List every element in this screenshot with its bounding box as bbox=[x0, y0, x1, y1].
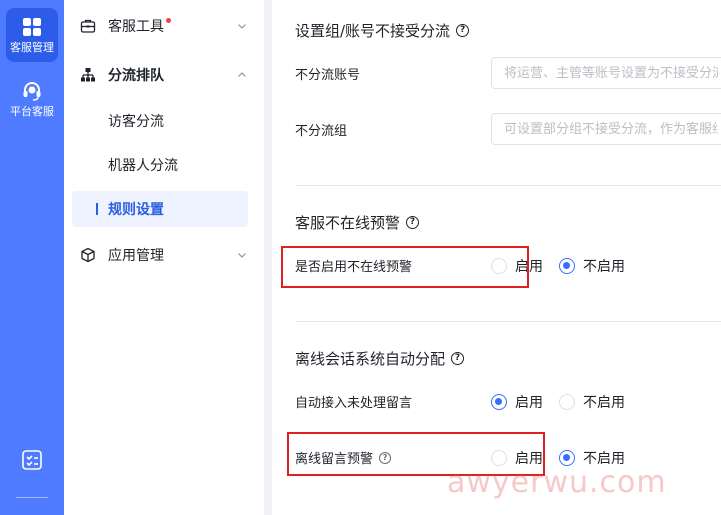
rule-settings-panel: 设置组/账号不接受分流 ? 不分流账号 不分流组 客服不在线预警 ? 是否启用不… bbox=[272, 0, 721, 515]
nav-item-label: 访客分流 bbox=[108, 114, 164, 130]
nav-item-label: 机器人分流 bbox=[108, 158, 178, 174]
section-title-text: 设置组/账号不接受分流 bbox=[295, 22, 451, 40]
nav-item-bot-routing[interactable]: 机器人分流 bbox=[72, 147, 248, 183]
annotation-highlight-box bbox=[281, 246, 529, 288]
rail-item-label: 客服管理 bbox=[10, 41, 54, 54]
chevron-down-icon bbox=[238, 253, 246, 258]
panel-gap bbox=[264, 0, 272, 515]
apps-grid-icon bbox=[23, 18, 41, 36]
radio-circle bbox=[559, 450, 575, 466]
chevron-up-icon bbox=[238, 72, 246, 77]
nav-group-app-management[interactable]: 应用管理 bbox=[80, 237, 248, 273]
section-title-text: 离线会话系统自动分配 bbox=[295, 350, 446, 368]
auto-accept-disable-radio[interactable]: 不启用 bbox=[559, 392, 625, 412]
briefcase-icon bbox=[80, 19, 96, 33]
chevron-down-icon bbox=[238, 24, 246, 29]
nav-group-queue-routing[interactable]: 分流排队 bbox=[80, 57, 248, 93]
rail-item-service-management[interactable]: 客服管理 bbox=[6, 8, 58, 62]
nav-group-label: 分流排队 bbox=[108, 68, 164, 84]
radio-label: 启用 bbox=[515, 395, 543, 411]
app-rail: 客服管理 平台客服 bbox=[0, 0, 64, 515]
section-title-text: 客服不在线预警 bbox=[295, 214, 401, 232]
nav-group-label: 客服工具 bbox=[108, 19, 164, 35]
sub-navigation: 客服工具 分流排队 访客分流 机器人分流 规则设置 应用管理 bbox=[64, 0, 264, 515]
radio-label: 不启用 bbox=[583, 395, 625, 411]
nav-group-label: 应用管理 bbox=[108, 248, 164, 264]
offline-alert-disable-radio[interactable]: 不启用 bbox=[559, 256, 625, 276]
radio-label: 不启用 bbox=[583, 259, 625, 275]
radio-circle bbox=[491, 394, 507, 410]
nav-group-service-tools[interactable]: 客服工具 bbox=[80, 8, 248, 44]
hierarchy-icon bbox=[81, 68, 95, 82]
radio-circle bbox=[559, 394, 575, 410]
help-icon[interactable]: ? bbox=[456, 24, 470, 37]
help-icon[interactable]: ? bbox=[406, 216, 420, 229]
section-title-offline-auto-assign: 离线会话系统自动分配 ? bbox=[295, 348, 465, 369]
section-title-no-routing: 设置组/账号不接受分流 ? bbox=[295, 20, 470, 41]
checklist-icon[interactable] bbox=[20, 448, 44, 472]
rail-item-platform-service[interactable]: 平台客服 bbox=[6, 72, 58, 126]
help-icon[interactable]: ? bbox=[451, 352, 465, 365]
cube-icon bbox=[81, 247, 95, 263]
section-divider bbox=[295, 185, 721, 186]
nav-item-rule-settings[interactable]: 规则设置 bbox=[72, 191, 248, 227]
notification-dot bbox=[166, 17, 171, 23]
nav-item-visitor-routing[interactable]: 访客分流 bbox=[72, 103, 248, 139]
no-routing-account-input[interactable] bbox=[491, 57, 721, 89]
radio-circle bbox=[559, 258, 575, 274]
auto-accept-enable-radio[interactable]: 启用 bbox=[491, 392, 543, 412]
section-title-offline-alert: 客服不在线预警 ? bbox=[295, 212, 420, 233]
headset-icon bbox=[23, 82, 41, 101]
no-routing-group-input[interactable] bbox=[491, 113, 721, 145]
no-routing-account-label: 不分流账号 bbox=[295, 68, 361, 83]
active-indicator bbox=[96, 203, 98, 215]
watermark-text: awyerwu.com bbox=[447, 465, 667, 500]
rail-divider bbox=[16, 497, 48, 498]
section-divider bbox=[295, 321, 721, 322]
nav-item-label: 规则设置 bbox=[108, 202, 164, 218]
rail-item-label: 平台客服 bbox=[10, 105, 54, 118]
no-routing-group-label: 不分流组 bbox=[295, 124, 348, 139]
auto-accept-messages-label: 自动接入未处理留言 bbox=[295, 396, 413, 411]
